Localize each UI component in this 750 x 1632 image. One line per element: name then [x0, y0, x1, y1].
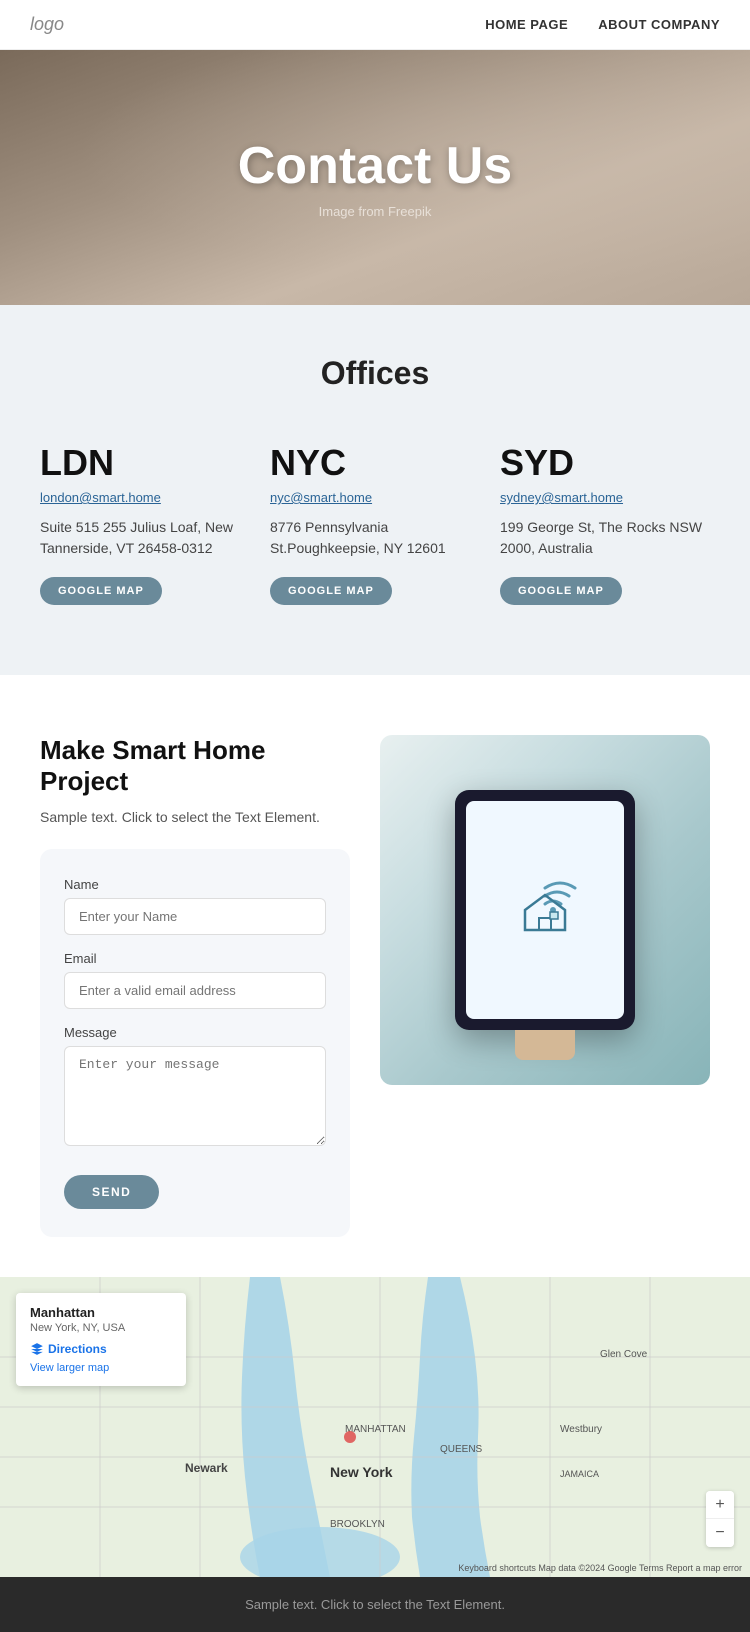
contact-image: [380, 735, 710, 1085]
directions-icon: [30, 1342, 44, 1356]
contact-form-card: Name Email Message SEND: [40, 849, 350, 1237]
svg-text:Westbury: Westbury: [560, 1424, 602, 1435]
map-info-row: Directions: [30, 1342, 172, 1356]
offices-title: Offices: [40, 355, 710, 392]
office-email-syd[interactable]: sydney@smart.home: [500, 490, 710, 505]
map-attribution: Keyboard shortcuts Map data ©2024 Google…: [458, 1563, 742, 1573]
map-section: New York Newark MANHATTAN QUEENS BROOKLY…: [0, 1277, 750, 1577]
office-city-ldn: LDN: [40, 442, 250, 484]
office-address-ldn: Suite 515 255 Julius Loaf, New Tannersid…: [40, 517, 250, 559]
office-email-ldn[interactable]: london@smart.home: [40, 490, 250, 505]
google-map-btn-nyc[interactable]: GOOGLE MAP: [270, 577, 392, 605]
contact-left: Make Smart Home Project Sample text. Cli…: [40, 735, 350, 1237]
svg-text:BROOKLYN: BROOKLYN: [330, 1519, 385, 1530]
office-address-nyc: 8776 Pennsylvania St.Poughkeepsie, NY 12…: [270, 517, 480, 559]
office-address-syd: 199 George St, The Rocks NSW 2000, Austr…: [500, 517, 710, 559]
tablet-frame: [455, 790, 635, 1030]
svg-text:JAMAICA: JAMAICA: [560, 1469, 599, 1479]
map-zoom-out-button[interactable]: −: [706, 1519, 734, 1547]
navbar-links: HOME PAGE ABOUT COMPANY: [485, 17, 720, 32]
name-input[interactable]: [64, 898, 326, 935]
office-card-ldn: LDN london@smart.home Suite 515 255 Juli…: [40, 432, 250, 615]
hero-section: Contact Us Image from Freepik: [0, 50, 750, 305]
smart-home-icon: [495, 860, 595, 960]
google-map-btn-ldn[interactable]: GOOGLE MAP: [40, 577, 162, 605]
svg-text:Glen Cove: Glen Cove: [600, 1349, 648, 1360]
tablet-screen: [466, 801, 624, 1019]
office-city-syd: SYD: [500, 442, 710, 484]
navbar: logo HOME PAGE ABOUT COMPANY: [0, 0, 750, 50]
footer: Sample text. Click to select the Text El…: [0, 1577, 750, 1632]
office-card-nyc: NYC nyc@smart.home 8776 Pennsylvania St.…: [270, 432, 480, 615]
email-input[interactable]: [64, 972, 326, 1009]
email-label: Email: [64, 951, 326, 966]
offices-section: Offices LDN london@smart.home Suite 515 …: [0, 305, 750, 675]
message-input[interactable]: [64, 1046, 326, 1146]
hero-subtitle: Image from Freepik: [319, 204, 432, 219]
tablet-container: [455, 790, 635, 1030]
nav-home-page[interactable]: HOME PAGE: [485, 17, 568, 32]
svg-text:New York: New York: [330, 1464, 393, 1480]
form-group-email: Email: [64, 951, 326, 1009]
name-label: Name: [64, 877, 326, 892]
send-button[interactable]: SEND: [64, 1175, 159, 1209]
google-map-btn-syd[interactable]: GOOGLE MAP: [500, 577, 622, 605]
message-label: Message: [64, 1025, 326, 1040]
map-zoom-in-button[interactable]: +: [706, 1491, 734, 1519]
contact-heading: Make Smart Home Project: [40, 735, 350, 797]
office-card-syd: SYD sydney@smart.home 199 George St, The…: [500, 432, 710, 615]
hero-title: Contact Us: [238, 136, 512, 196]
logo: logo: [30, 14, 64, 35]
svg-text:Newark: Newark: [185, 1461, 228, 1475]
map-larger-link[interactable]: View larger map: [30, 1362, 172, 1374]
svg-text:QUEENS: QUEENS: [440, 1444, 483, 1455]
map-location-name: Manhattan: [30, 1305, 172, 1320]
footer-text: Sample text. Click to select the Text El…: [20, 1597, 730, 1612]
form-group-message: Message: [64, 1025, 326, 1151]
offices-grid: LDN london@smart.home Suite 515 255 Juli…: [40, 432, 710, 615]
office-city-nyc: NYC: [270, 442, 480, 484]
map-location-sub: New York, NY, USA: [30, 1322, 172, 1334]
map-info-box: Manhattan New York, NY, USA Directions V…: [16, 1293, 186, 1386]
office-email-nyc[interactable]: nyc@smart.home: [270, 490, 480, 505]
contact-right: [380, 735, 710, 1085]
map-zoom-controls: + −: [706, 1491, 734, 1547]
contact-desc: Sample text. Click to select the Text El…: [40, 809, 350, 825]
form-group-name: Name: [64, 877, 326, 935]
tablet-stand: [515, 1030, 575, 1060]
contact-section: Make Smart Home Project Sample text. Cli…: [0, 675, 750, 1277]
nav-about-company[interactable]: ABOUT COMPANY: [598, 17, 720, 32]
map-directions-button[interactable]: Directions: [30, 1342, 107, 1356]
